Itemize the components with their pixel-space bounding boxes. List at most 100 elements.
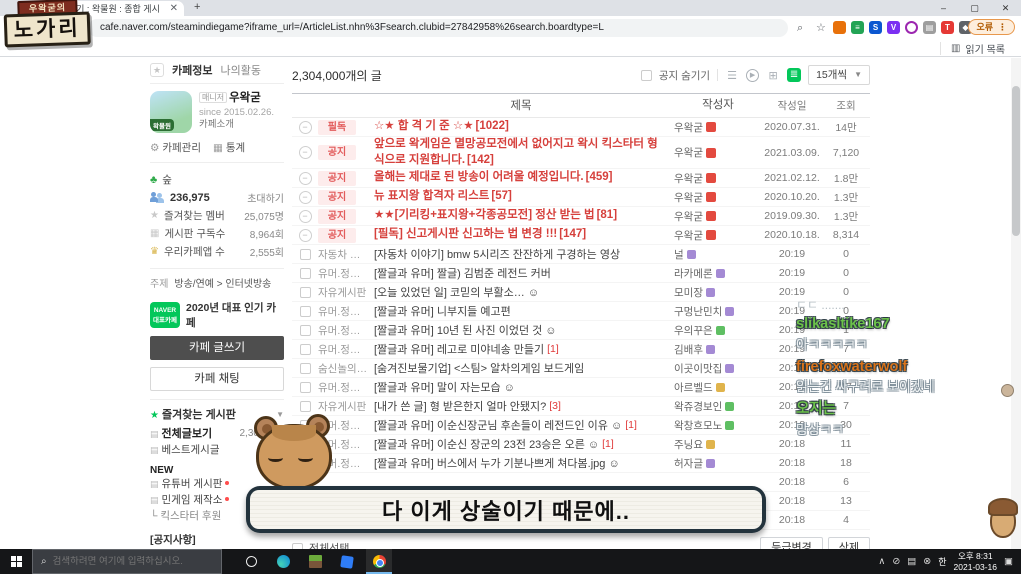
- post-author[interactable]: 왁창흐모노: [674, 418, 762, 433]
- post-title-link[interactable]: [짤글과 유머] 니부지들 예고편: [374, 303, 511, 319]
- post-title-link[interactable]: [짤글과 유머] 이순신장군님 후손들이 레전드인 이유 ☺: [374, 417, 622, 433]
- post-title-link[interactable]: ☆★ 합 격 기 준 ☆★ [1022]: [374, 119, 668, 135]
- sidebar-item-mingame-board[interactable]: 민게임 제작소: [162, 494, 223, 506]
- table-row[interactable]: 유머.정보… [짤글과 유머] 니부지들 예고편 구멍난민치 20:19 0: [292, 302, 870, 322]
- table-row[interactable]: 유머.정보… [짤글과 유머] 이순신장군님 후손들이 레전드인 이유 ☺ [1] 왁…: [292, 416, 870, 436]
- sidebar-item-all-posts[interactable]: 전체글보기: [162, 428, 213, 440]
- post-author[interactable]: 우왁굳: [674, 209, 762, 224]
- row-checkbox[interactable]: [299, 324, 311, 336]
- start-button[interactable]: [0, 549, 32, 574]
- board-name-link[interactable]: 자동차 게…: [318, 247, 374, 262]
- post-title-link[interactable]: [자동차 이야기] bmw 5시리즈 잔잔하게 구경하는 영상: [374, 246, 620, 262]
- view-grid-icon[interactable]: ⊞: [766, 69, 780, 82]
- tray-keyboard-icon[interactable]: ▤: [907, 556, 916, 567]
- row-checkbox[interactable]: [299, 305, 311, 317]
- search-input[interactable]: [52, 556, 203, 567]
- collapse-notice-icon[interactable]: −: [298, 209, 312, 223]
- board-name-link[interactable]: 유머.정보…: [318, 266, 374, 281]
- extension-icon[interactable]: ▤: [923, 21, 936, 34]
- taskbar-cortana-button[interactable]: [238, 549, 264, 574]
- post-title-link[interactable]: [오늘 있었던 일] 코믿의 부활소… ☺: [374, 284, 539, 300]
- row-checkbox[interactable]: [299, 286, 311, 298]
- board-name-link[interactable]: 자유게시판: [318, 399, 374, 414]
- post-title-link[interactable]: [필독] 신고게시판 신고하는 법 변경 !!! [147]: [374, 227, 668, 243]
- post-author[interactable]: 구멍난민치: [674, 304, 762, 319]
- post-author[interactable]: 널: [674, 247, 762, 262]
- board-name-link[interactable]: 유머.정보…: [318, 380, 374, 395]
- post-author[interactable]: 라카메론: [674, 266, 762, 281]
- minimize-button[interactable]: –: [928, 0, 959, 16]
- taskbar-chrome-button[interactable]: [366, 549, 392, 574]
- post-author[interactable]: 우왁굳: [674, 190, 762, 205]
- post-author[interactable]: 우의꾸은: [674, 323, 762, 338]
- post-title-link[interactable]: [짤글과 유머] 짤글) 김범준 레전드 커버: [374, 265, 551, 281]
- taskbar-clock[interactable]: 오후 8:31 2021-03-16: [954, 551, 997, 572]
- page-size-dropdown[interactable]: 15개씩 ▼: [808, 65, 870, 85]
- board-name-link[interactable]: 유머.정보…: [318, 342, 374, 357]
- post-author[interactable]: 우왁굳: [674, 145, 762, 160]
- tab-cafe-info[interactable]: 카페정보: [172, 62, 212, 78]
- cafe-stats-link[interactable]: ▦ 통계: [213, 140, 245, 155]
- tab-close-icon[interactable]: ✕: [170, 3, 178, 14]
- post-author[interactable]: 허자글: [674, 456, 762, 471]
- row-checkbox[interactable]: [299, 248, 311, 260]
- notice-row[interactable]: − 공지 ★★[기리킹+표지왕+각종공모전] 정산 받는 법 [81] 우왁굳 2019.…: [292, 207, 870, 227]
- post-title-link[interactable]: 올해는 제대로 된 방송이 어려울 예정입니다. [459]: [374, 170, 668, 186]
- collapse-notice-icon[interactable]: −: [298, 171, 312, 185]
- manager-name[interactable]: 우왁굳: [229, 92, 261, 104]
- tray-expand-icon[interactable]: ∧: [878, 556, 885, 567]
- extension-icon[interactable]: S: [869, 21, 882, 34]
- post-title-link[interactable]: [숨겨진보물기업] <스팀> 알차의게임 보드게임: [374, 360, 584, 376]
- collapse-notice-icon[interactable]: −: [298, 190, 312, 204]
- post-title-link[interactable]: [짤글과 유머] 10년 된 사진 이었던 것 ☺: [374, 322, 557, 338]
- extension-icon[interactable]: V: [887, 21, 900, 34]
- cafe-intro-link[interactable]: 카페소개: [199, 119, 274, 132]
- hide-notice-checkbox[interactable]: [640, 69, 652, 81]
- extension-icon[interactable]: T: [941, 21, 954, 34]
- post-author[interactable]: 모미장: [674, 285, 762, 300]
- sidebar-item-kickstarter[interactable]: └ 킥스타터 후원: [150, 508, 221, 524]
- profile-error-pill[interactable]: 오류 ⋮: [968, 19, 1015, 35]
- extension-icon[interactable]: [833, 21, 846, 34]
- cafe-write-button[interactable]: 카페 글쓰기: [150, 336, 284, 360]
- table-row[interactable]: 유머.정보… [짤글과 유머] 10년 된 사진 이었던 것 ☺ 우의꾸은 20:19…: [292, 321, 870, 341]
- invite-link[interactable]: 초대하기: [247, 190, 284, 205]
- close-button[interactable]: ✕: [990, 0, 1021, 16]
- grade-change-button[interactable]: 등급변경: [760, 537, 823, 549]
- board-name-link[interactable]: 유머.정보…: [318, 304, 374, 319]
- table-row[interactable]: 유머.정보… [짤글과 유머] 이순신 장군의 23전 23승은 오른 ☺ [1] 주…: [292, 435, 870, 455]
- post-author[interactable]: 우왁굳: [674, 228, 762, 243]
- taskbar-edge-button[interactable]: [270, 549, 296, 574]
- post-author[interactable]: 우왁굳: [674, 171, 762, 186]
- post-title-link[interactable]: [내가 쓴 글] 형 받은한지 얼마 안됐지?: [374, 398, 546, 414]
- ime-korean-indicator[interactable]: 한: [938, 555, 946, 568]
- extension-icon[interactable]: [905, 21, 918, 34]
- row-checkbox[interactable]: [299, 362, 311, 374]
- post-title-link[interactable]: 앞으로 왁게임은 멸망공모전에서 없어지고 왁시 킥스타터 형식으로 지원합니다…: [374, 137, 668, 168]
- view-list-icon[interactable]: ☰: [725, 69, 739, 82]
- post-title-link[interactable]: [짤글과 유머] 이순신 장군의 23전 23승은 오른 ☺: [374, 436, 599, 452]
- row-checkbox[interactable]: [299, 381, 311, 393]
- cafe-avatar[interactable]: 왁물원: [150, 91, 192, 133]
- cafe-manage-link[interactable]: ⚙ 카페관리: [150, 140, 201, 155]
- post-title-link[interactable]: ★★[기리킹+표지왕+각종공모전] 정산 받는 법 [81]: [374, 208, 668, 224]
- table-row[interactable]: 숨신놀의… [숨겨진보물기업] <스팀> 알차의게임 보드게임 이곳이맛집 20:18…: [292, 359, 870, 379]
- url-bar[interactable]: cafe.naver.com/steamindiegame?iframe_url…: [88, 19, 788, 37]
- post-author[interactable]: 이곳이맛집: [674, 361, 762, 376]
- table-row[interactable]: 유머.정보… [짤글과 유머] 짤글) 김범준 레전드 커버 라카메론 20:19 0: [292, 264, 870, 284]
- post-title-link[interactable]: [짤글과 유머] 말이 자는모습 ☺: [374, 379, 515, 395]
- board-name-link[interactable]: 자유게시판: [318, 285, 374, 300]
- post-author[interactable]: 주닝요: [674, 437, 762, 452]
- notification-center-icon[interactable]: ▣: [1004, 556, 1013, 567]
- favorite-cafe-star-icon[interactable]: ★: [150, 63, 164, 77]
- table-row[interactable]: 유머.정보… [짤글과 유머] 버스에서 누가 기분나쁘게 쳐다봄.jpg ☺ 허자…: [292, 454, 870, 474]
- post-title-link[interactable]: [짤글과 유머] 레고로 미야네송 만들기: [374, 341, 544, 357]
- post-title-link[interactable]: [짤글과 유머] 버스에서 누가 기분나쁘게 쳐다봄.jpg ☺: [374, 455, 620, 471]
- notice-row[interactable]: − 공지 올해는 제대로 된 방송이 어려울 예정입니다. [459] 우왁굳 2021.…: [292, 169, 870, 189]
- view-video-icon[interactable]: ▶: [746, 68, 760, 82]
- fav-boards-header[interactable]: 즐겨찾는 게시판: [162, 409, 236, 421]
- row-checkbox[interactable]: [299, 267, 311, 279]
- post-author[interactable]: 김배후: [674, 342, 762, 357]
- table-row[interactable]: 자유게시판 [내가 쓴 글] 형 받은한지 얼마 안됐지? [3] 왁쥬경보인 20:1…: [292, 397, 870, 417]
- collapse-notice-icon[interactable]: −: [298, 228, 312, 242]
